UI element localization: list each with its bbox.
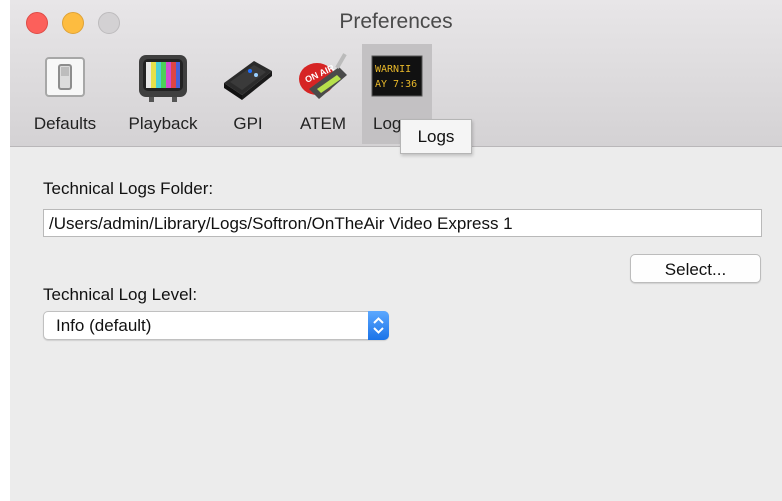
- log-level-select[interactable]: Info (default): [43, 311, 389, 340]
- toolbar-item-atem[interactable]: ON AIR ATEM: [290, 44, 356, 144]
- tv-color-bars-icon: [135, 49, 191, 105]
- toolbar-item-label: Playback: [128, 114, 198, 133]
- log-level-value: Info (default): [56, 316, 152, 335]
- atem-on-air-icon: ON AIR: [295, 49, 351, 105]
- warning-sign-icon: WARNII AY 7:36: [369, 49, 425, 105]
- toolbar-item-label: GPI: [233, 114, 263, 133]
- window-title: Preferences: [339, 10, 453, 33]
- toolbar-item-label: Defaults: [33, 114, 97, 133]
- toolbar-item-gpi[interactable]: GPI: [222, 44, 274, 144]
- toolbar-item-playback[interactable]: Playback: [120, 44, 206, 144]
- toolbar-item-defaults[interactable]: Defaults: [10, 44, 120, 144]
- gpi-device-icon: [220, 49, 276, 105]
- chevron-updown-icon: [368, 311, 389, 340]
- warning-sign-line-2: AY 7:36: [375, 79, 417, 90]
- select-folder-button[interactable]: Select...: [630, 254, 761, 283]
- switch-icon: [37, 49, 93, 105]
- warning-sign-line-1: WARNII: [375, 64, 411, 75]
- technical-logs-folder-field[interactable]: /Users/admin/Library/Logs/Softron/OnTheA…: [43, 209, 762, 237]
- tooltip: Logs: [400, 119, 472, 154]
- preferences-window: Preferences Defaults Playback GPI ON AIR…: [10, 0, 782, 501]
- toolbar-item-label: ATEM: [300, 114, 346, 133]
- technical-logs-folder-label: Technical Logs Folder:: [43, 179, 214, 198]
- technical-log-level-label: Technical Log Level:: [43, 285, 198, 304]
- toolbar: Preferences Defaults Playback GPI ON AIR…: [10, 0, 782, 147]
